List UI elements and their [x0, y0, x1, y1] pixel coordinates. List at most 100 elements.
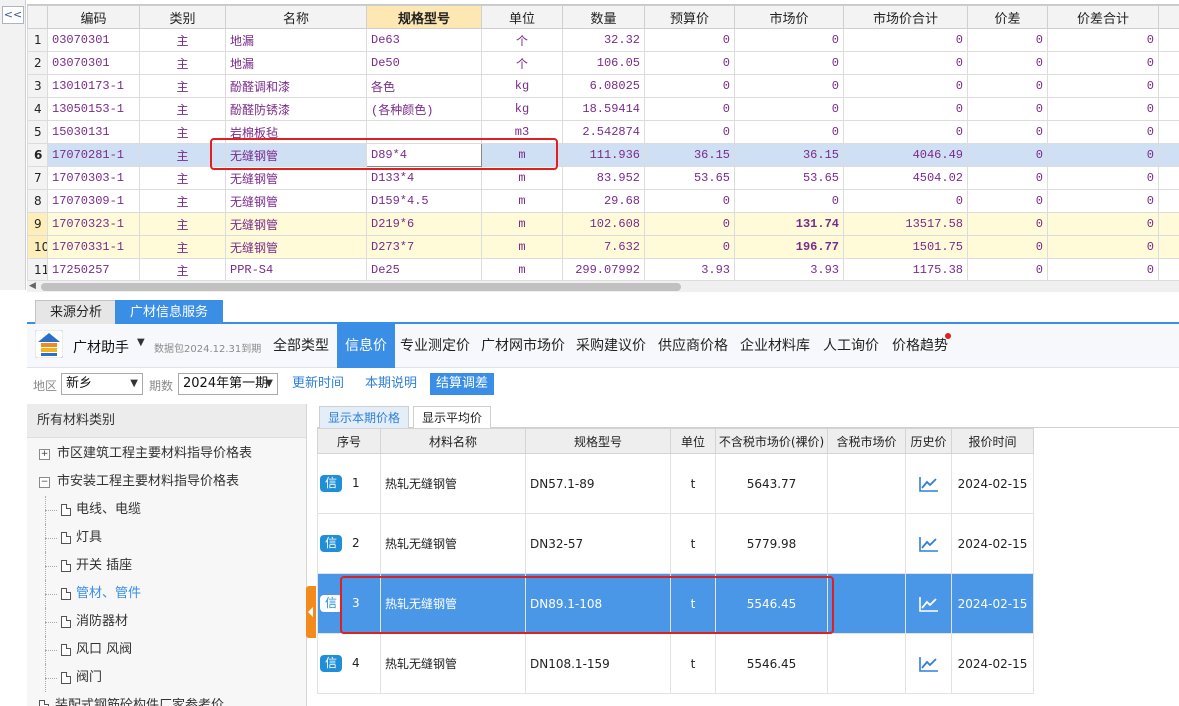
- cell-spec[interactable]: De25: [366, 258, 482, 280]
- tree-item[interactable]: 装配式钢筋砼构件厂家参考价: [27, 692, 306, 706]
- cell-diff-total[interactable]: 0: [1047, 51, 1159, 75]
- cell-unit[interactable]: m: [481, 235, 563, 259]
- cell-unit[interactable]: 个: [481, 28, 563, 52]
- trend-chart-icon[interactable]: [918, 656, 939, 672]
- grid-row[interactable]: 2 03070301 主地漏 De50 个 106.05 0 0 0 0 0: [27, 51, 1179, 75]
- cell-budget[interactable]: 0: [644, 189, 735, 213]
- cell-name[interactable]: 无缝钢管: [225, 189, 367, 213]
- cell-name[interactable]: 酚醛调和漆: [225, 74, 367, 98]
- cell-price-excl-tax[interactable]: 5546.45: [715, 633, 828, 694]
- settle-adjust-button[interactable]: 结算调差: [430, 373, 495, 395]
- cell-diff-total[interactable]: 0: [1047, 212, 1159, 236]
- cell-seq[interactable]: 信1: [317, 453, 381, 514]
- row-number[interactable]: 1: [27, 28, 48, 52]
- cell-code[interactable]: 17250257: [47, 258, 140, 280]
- row-number[interactable]: 3: [27, 74, 48, 98]
- tree-item[interactable]: 风口 风阀: [27, 636, 306, 664]
- cell-price-incl-tax[interactable]: [827, 573, 906, 634]
- nav-purchase-suggest-price[interactable]: 采购建议价: [572, 324, 650, 368]
- dropdown-caret-icon[interactable]: ▼: [137, 337, 145, 348]
- cell-qty[interactable]: 29.68: [562, 189, 645, 213]
- tree-item[interactable]: 电线、电缆: [27, 496, 306, 524]
- nav-info-price[interactable]: 信息价: [337, 324, 395, 368]
- cell-material-name[interactable]: 热轧无缝钢管: [380, 513, 526, 574]
- cell-name[interactable]: PPR-S4: [225, 258, 367, 280]
- col-header-seq[interactable]: 序号: [317, 428, 381, 454]
- cell-category[interactable]: 主: [139, 235, 226, 259]
- col-header-spec[interactable]: 规格型号: [366, 5, 482, 29]
- cell-diff[interactable]: 0: [967, 120, 1048, 144]
- cell-diff-total[interactable]: 0: [1047, 143, 1159, 167]
- cell-market-total[interactable]: 0: [843, 97, 968, 121]
- tab-average-price[interactable]: 显示平均价: [413, 406, 492, 428]
- cell-quote-time[interactable]: 2024-02-15: [951, 453, 1034, 514]
- row-number[interactable]: 2: [27, 51, 48, 75]
- cell-spec-model[interactable]: DN108.1-159: [525, 633, 671, 694]
- grid-row[interactable]: 3 13010173-1 主酚醛调和漆 各色 kg 6.08025 0 0 0 0 0: [27, 74, 1179, 98]
- grid-row[interactable]: 7 17070303-1 主无缝钢管 D133*4 m 83.952 53.65 53.65 4…: [27, 166, 1179, 190]
- tree-item[interactable]: 消防器材: [27, 608, 306, 636]
- grid-row[interactable]: 4 13050153-1 主酚醛防锈漆 (各种颜色) kg 18.59414 0 0 0 0 0: [27, 97, 1179, 121]
- cell-name[interactable]: 地漏: [225, 28, 367, 52]
- collapse-button[interactable]: <<: [2, 6, 24, 24]
- col-header-price-incl-tax[interactable]: 含税市场价: [827, 428, 906, 454]
- cell-name[interactable]: 地漏: [225, 51, 367, 75]
- cell-category[interactable]: 主: [139, 74, 226, 98]
- cell-budget[interactable]: 0: [644, 28, 735, 52]
- col-header-unit[interactable]: 单位: [481, 5, 563, 29]
- cell-price-incl-tax[interactable]: [827, 453, 906, 514]
- cell-market-total[interactable]: 0: [843, 51, 968, 75]
- grid-row[interactable]: 1017070331-1主无缝钢管D273*7m7.6320196.771501…: [27, 235, 1179, 259]
- cell-spec[interactable]: D159*4.5: [366, 189, 482, 213]
- cell-history[interactable]: [905, 633, 952, 694]
- cell-code[interactable]: 03070301: [47, 28, 140, 52]
- cell-market-total[interactable]: 0: [843, 120, 968, 144]
- cell-price-incl-tax[interactable]: [827, 513, 906, 574]
- cell-unit[interactable]: m: [481, 258, 563, 280]
- cell-diff-total[interactable]: 0: [1047, 120, 1159, 144]
- cell-code[interactable]: 17070281-1: [47, 143, 140, 167]
- tree-item[interactable]: 管材、管件: [27, 580, 306, 608]
- cell-market-total[interactable]: 0: [843, 74, 968, 98]
- col-header-category[interactable]: 类别: [139, 5, 226, 29]
- cell-unit[interactable]: t: [670, 453, 716, 514]
- tree-item[interactable]: 灯具: [27, 524, 306, 552]
- cell-market[interactable]: 36.15: [734, 143, 844, 167]
- trend-chart-icon[interactable]: [918, 596, 939, 612]
- cell-spec[interactable]: 各色: [366, 74, 482, 98]
- col-header-code[interactable]: 编码: [47, 5, 140, 29]
- cell-qty[interactable]: 18.59414: [562, 97, 645, 121]
- cell-market-total[interactable]: 0: [843, 189, 968, 213]
- cell-qty[interactable]: 7.632: [562, 235, 645, 259]
- col-header-diff-total[interactable]: 价差合计: [1047, 5, 1159, 29]
- expand-icon[interactable]: +: [39, 449, 50, 460]
- cell-code[interactable]: 17070309-1: [47, 189, 140, 213]
- cell-code[interactable]: 17070323-1: [47, 212, 140, 236]
- trend-chart-icon[interactable]: [918, 476, 939, 492]
- cell-name[interactable]: 酚醛防锈漆: [225, 97, 367, 121]
- nav-professional-price[interactable]: 专业测定价: [396, 324, 474, 368]
- grid-row[interactable]: 6 17070281-1 主无缝钢管 D89*4 m 111.936 36.15 36.15 4…: [27, 143, 1179, 167]
- cell-seq[interactable]: 信2: [317, 513, 381, 574]
- cell-code[interactable]: 17070331-1: [47, 235, 140, 259]
- cell-budget[interactable]: 0: [644, 97, 735, 121]
- cell-spec-model[interactable]: DN57.1-89: [525, 453, 671, 514]
- cell-code[interactable]: 13010173-1: [47, 74, 140, 98]
- cell-price-excl-tax[interactable]: 5779.98: [715, 513, 828, 574]
- scrollbar-thumb[interactable]: [41, 283, 681, 291]
- scroll-left-icon[interactable]: ◀: [29, 281, 36, 291]
- nav-manual-inquiry[interactable]: 人工询价: [819, 324, 883, 368]
- cell-spec[interactable]: De63: [366, 28, 482, 52]
- col-header-material-name[interactable]: 材料名称: [380, 428, 526, 454]
- cell-category[interactable]: 主: [139, 97, 226, 121]
- cell-budget[interactable]: 53.65: [644, 166, 735, 190]
- nav-enterprise-library[interactable]: 企业材料库: [736, 324, 814, 368]
- nav-supplier-price[interactable]: 供应商价格: [654, 324, 732, 368]
- tab-source-analysis[interactable]: 来源分析: [35, 300, 118, 324]
- cell-spec[interactable]: (各种颜色): [366, 97, 482, 121]
- region-select[interactable]: 新乡 ▼: [61, 373, 143, 395]
- cell-budget[interactable]: 36.15: [644, 143, 735, 167]
- cell-diff[interactable]: 0: [967, 258, 1048, 280]
- cell-unit[interactable]: m: [481, 212, 563, 236]
- cell-market[interactable]: 0: [734, 189, 844, 213]
